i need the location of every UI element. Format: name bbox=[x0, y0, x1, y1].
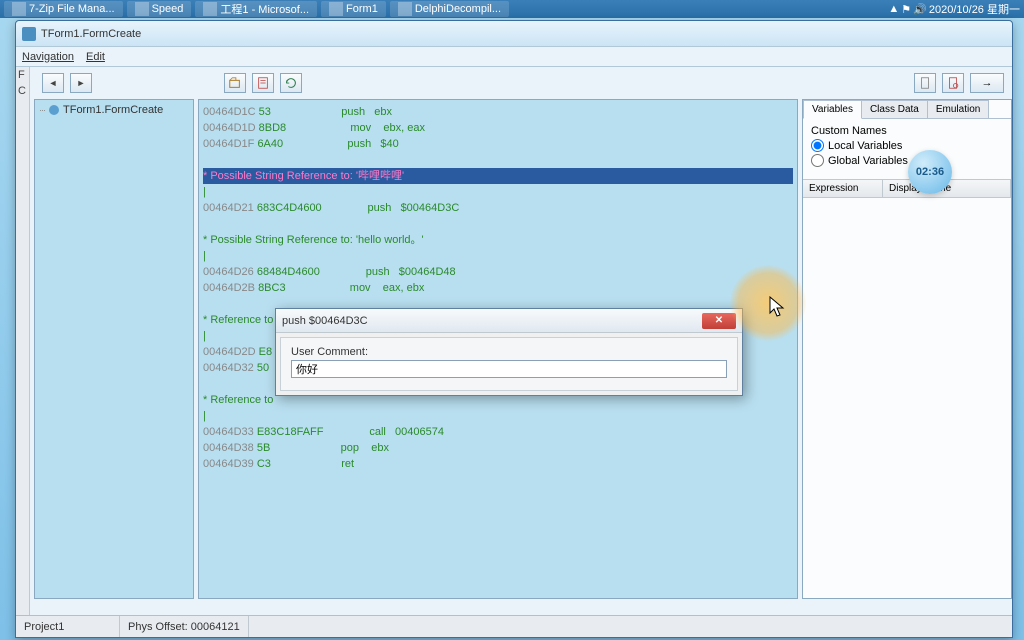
custom-names-label: Custom Names bbox=[811, 125, 1003, 137]
titlebar[interactable]: TForm1.FormCreate bbox=[16, 21, 1012, 47]
left-strip: F C bbox=[16, 67, 30, 627]
tool-open-icon[interactable] bbox=[224, 73, 246, 93]
menu-edit[interactable]: Edit bbox=[86, 51, 105, 63]
custom-names-group: Custom Names Local Variables Global Vari… bbox=[803, 119, 1011, 175]
app-icon bbox=[203, 2, 217, 16]
dialog-titlebar[interactable]: push $00464D3C ✕ bbox=[276, 309, 742, 333]
nav-back-button[interactable]: ◄ bbox=[42, 73, 64, 93]
tab-class-data[interactable]: Class Data bbox=[861, 100, 928, 118]
status-project: Project1 bbox=[16, 616, 120, 637]
strip-f[interactable]: F bbox=[16, 67, 29, 83]
nav-forward-button[interactable]: ► bbox=[70, 73, 92, 93]
highlighted-line[interactable]: * Possible String Reference to: '哔哩哔哩' bbox=[203, 168, 793, 184]
tray-icon[interactable]: ⚑ bbox=[901, 3, 911, 16]
status-offset: Phys Offset: 00064121 bbox=[120, 616, 249, 637]
taskbar-item[interactable]: DelphiDecompil... bbox=[390, 1, 509, 17]
tray-datetime[interactable]: 2020/10/26 星期一 bbox=[929, 1, 1020, 17]
radio-global[interactable] bbox=[811, 154, 824, 167]
radio-global-label: Global Variables bbox=[828, 155, 908, 167]
app-icon bbox=[12, 2, 26, 16]
app-icon bbox=[329, 2, 343, 16]
tree-connector-icon: ··· bbox=[39, 105, 45, 115]
comment-input[interactable] bbox=[291, 360, 727, 378]
taskbar-item[interactable]: 7-Zip File Mana... bbox=[4, 1, 123, 17]
taskbar-item[interactable]: Speed bbox=[127, 1, 192, 17]
dialog-label: User Comment: bbox=[291, 346, 727, 358]
app-icon bbox=[398, 2, 412, 16]
tray-icon[interactable]: ▲ bbox=[888, 3, 899, 15]
tree-item-label: TForm1.FormCreate bbox=[63, 104, 163, 116]
tool-doc-icon[interactable] bbox=[914, 73, 936, 93]
tool-doc2-icon[interactable] bbox=[942, 73, 964, 93]
statusbar: Project1 Phys Offset: 00064121 bbox=[16, 615, 1012, 637]
strip-c[interactable]: C bbox=[16, 83, 29, 99]
taskbar: 7-Zip File Mana... Speed 工程1 - Microsof.… bbox=[0, 0, 1024, 18]
taskbar-tray: ▲ ⚑ 🔊 2020/10/26 星期一 bbox=[888, 1, 1020, 17]
menubar: Navigation Edit bbox=[16, 47, 1012, 67]
tab-emulation[interactable]: Emulation bbox=[927, 100, 989, 118]
menu-navigation[interactable]: Navigation bbox=[22, 51, 74, 63]
dialog-title: push $00464D3C bbox=[282, 315, 702, 327]
close-button[interactable]: ✕ bbox=[702, 313, 736, 329]
toolbar: ◄ ► → bbox=[34, 67, 1012, 99]
tree-panel[interactable]: ··· TForm1.FormCreate bbox=[34, 99, 194, 599]
tree-item[interactable]: ··· TForm1.FormCreate bbox=[39, 104, 189, 116]
app-icon bbox=[135, 2, 149, 16]
taskbar-item[interactable]: 工程1 - Microsof... bbox=[195, 1, 317, 17]
tool-refresh-icon[interactable] bbox=[280, 73, 302, 93]
comment-dialog: push $00464D3C ✕ User Comment: bbox=[275, 308, 743, 396]
tool-goto-icon[interactable]: → bbox=[970, 73, 1004, 93]
tab-variables[interactable]: Variables bbox=[803, 100, 862, 119]
radio-local-label: Local Variables bbox=[828, 140, 902, 152]
col-expression[interactable]: Expression bbox=[803, 180, 883, 197]
tray-icon[interactable]: 🔊 bbox=[913, 3, 927, 16]
window-icon bbox=[22, 27, 36, 41]
clock-overlay: 02:36 bbox=[908, 150, 952, 194]
window-title: TForm1.FormCreate bbox=[41, 28, 141, 40]
tool-note-icon[interactable] bbox=[252, 73, 274, 93]
tree-node-icon bbox=[49, 105, 59, 115]
variables-grid[interactable]: Expression Display Name bbox=[803, 179, 1011, 198]
right-tabs: Variables Class Data Emulation bbox=[803, 100, 1011, 119]
taskbar-item[interactable]: Form1 bbox=[321, 1, 386, 17]
variables-panel: Variables Class Data Emulation Custom Na… bbox=[802, 99, 1012, 599]
radio-local[interactable] bbox=[811, 139, 824, 152]
